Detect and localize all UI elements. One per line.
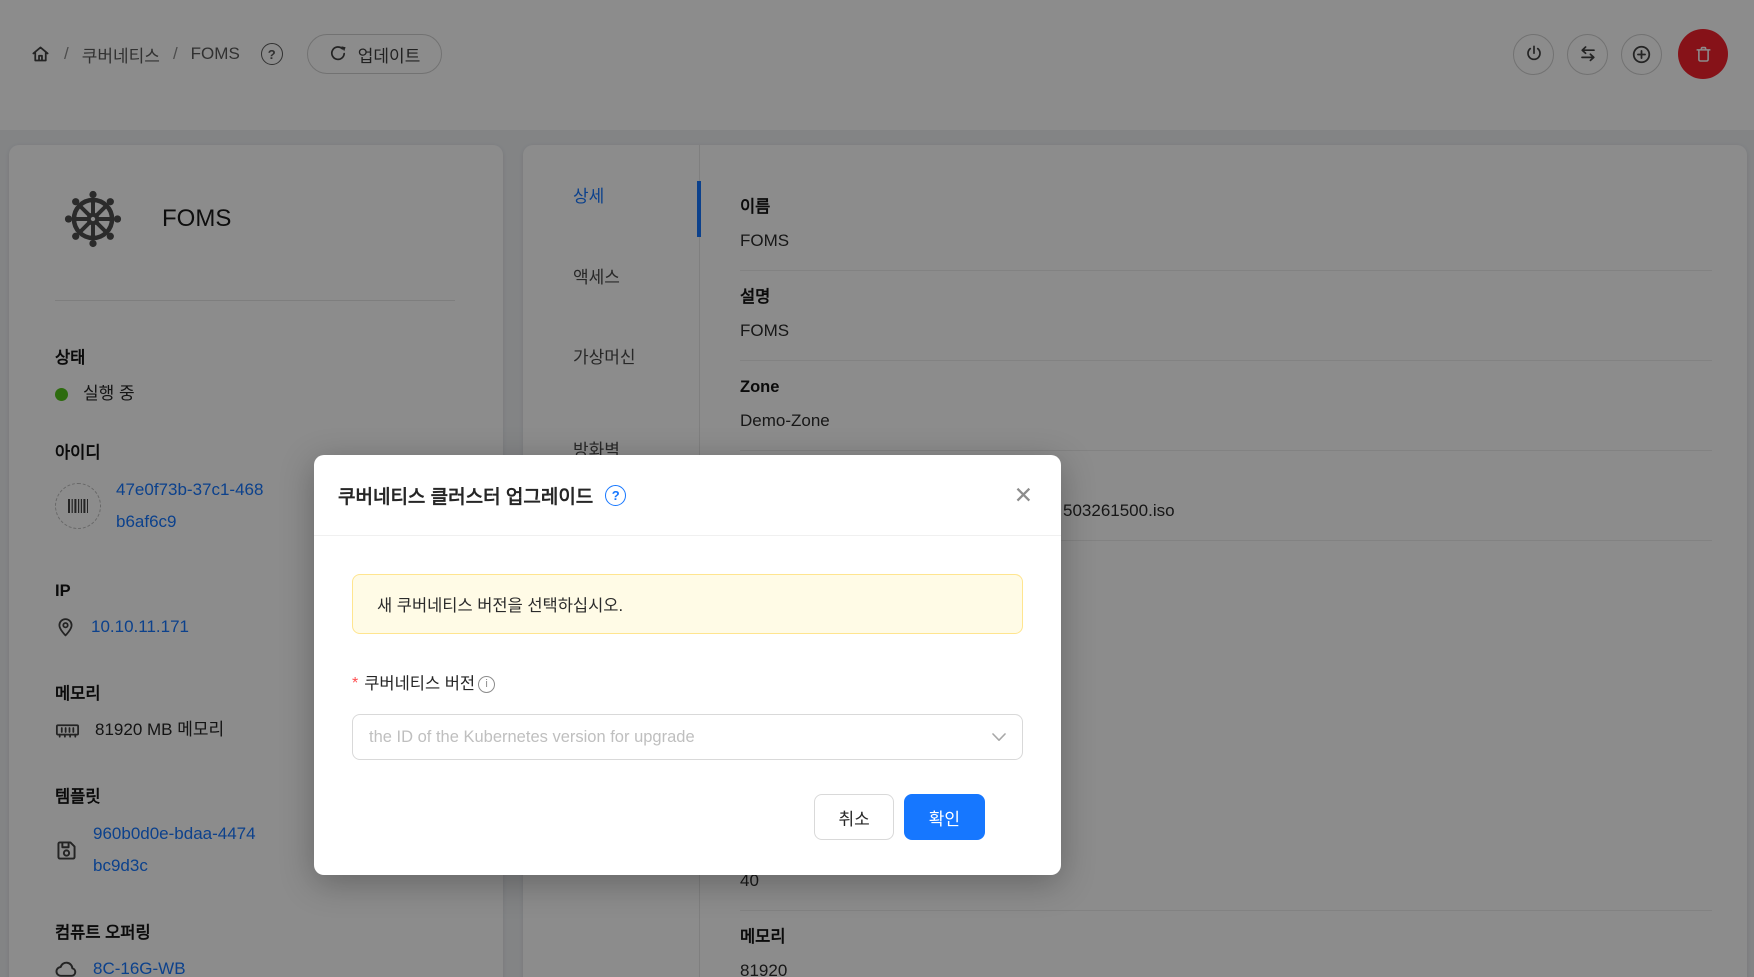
cancel-button[interactable]: 취소 (814, 794, 893, 840)
modal-header: 쿠버네티스 클러스터 업그레이드 ? ✕ (314, 455, 1061, 536)
confirm-button[interactable]: 확인 (904, 794, 985, 840)
modal-footer: 취소 확인 (352, 760, 1023, 840)
page: / 쿠버네티스 / FOMS ? 업데이트 (0, 0, 1754, 977)
modal-title: 쿠버네티스 클러스터 업그레이드 (338, 482, 593, 509)
question-circle-icon[interactable]: ? (605, 485, 626, 506)
select-placeholder: the ID of the Kubernetes version for upg… (369, 728, 695, 747)
close-icon[interactable]: ✕ (1014, 484, 1033, 507)
info-icon[interactable]: i (478, 676, 495, 693)
upgrade-modal: 쿠버네티스 클러스터 업그레이드 ? ✕ 새 쿠버네티스 버전을 선택하십시오.… (314, 455, 1061, 875)
chevron-down-icon (992, 733, 1006, 742)
modal-body: 새 쿠버네티스 버전을 선택하십시오. * 쿠버네티스 버전 i the ID … (314, 536, 1061, 840)
warning-alert: 새 쿠버네티스 버전을 선택하십시오. (352, 574, 1023, 634)
version-field-label: * 쿠버네티스 버전 i (352, 672, 1023, 696)
kubernetes-version-select[interactable]: the ID of the Kubernetes version for upg… (352, 714, 1023, 760)
required-mark: * (352, 672, 358, 696)
